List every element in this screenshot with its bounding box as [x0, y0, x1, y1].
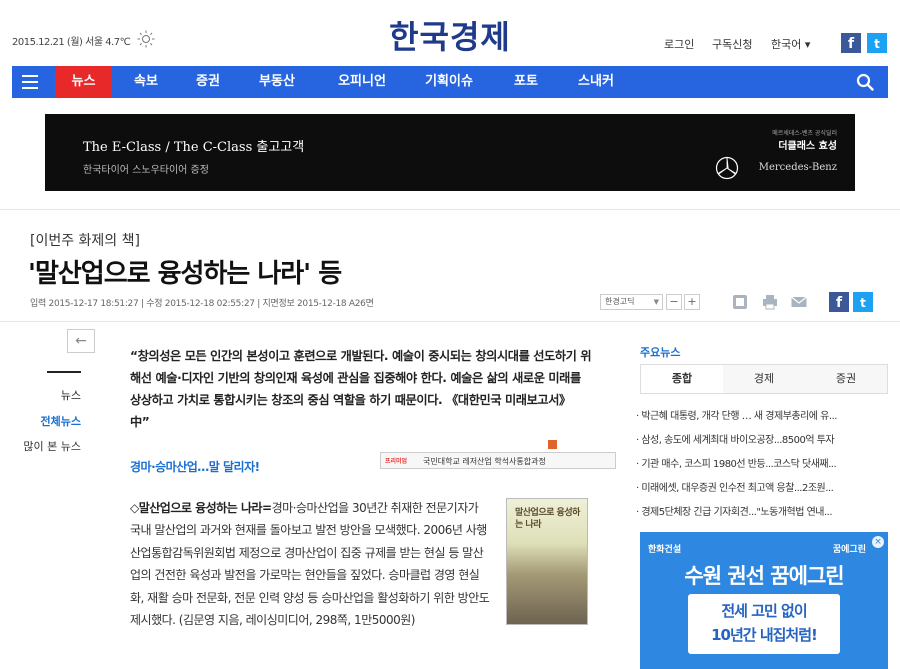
side-ad-headline: 수원 권선 꿈에그린	[684, 564, 844, 588]
banner-dealer-small: 메르세데스-벤츠 공식딜러	[772, 130, 837, 137]
login-link[interactable]: 로그인	[664, 36, 694, 52]
article-body: ◇말산업으로 융성하는 나라=경마·승마산업을 30년간 취재한 전문기자가 국…	[130, 497, 492, 631]
top-news-item[interactable]: · 삼성, 송도에 세계최대 바이오공장...8500억 투자	[636, 431, 886, 446]
top-news-item[interactable]: · 경제5단체장 긴급 기자회견..."노동개혁법 연내...	[636, 503, 886, 518]
left-nav-news[interactable]: 뉴스	[61, 387, 81, 403]
divider	[0, 209, 900, 210]
tab-general[interactable]: 종합	[641, 365, 723, 393]
font-size-up-button[interactable]: +	[684, 294, 700, 310]
top-news-item[interactable]: · 미래에셋, 대우증권 인수전 최고액 응찰...2조원...	[636, 479, 886, 494]
facebook-icon[interactable]: f	[841, 33, 861, 53]
nav-tab-stocks[interactable]: 증권	[184, 66, 232, 98]
font-size-down-button[interactable]: −	[666, 294, 682, 310]
left-nav-bar	[47, 371, 81, 373]
nav-tab-snacker[interactable]: 스내커	[564, 66, 628, 98]
banner-brand: Mercedes-Benz	[758, 162, 837, 173]
side-ad-line2: 10년간 내집처럼!	[711, 626, 818, 644]
banner-line1: The E-Class / The C-Class 출고고객	[83, 140, 305, 155]
top-news-tabs: 종합 경제 증권	[640, 364, 888, 394]
close-icon[interactable]: ×	[872, 536, 884, 548]
side-ad[interactable]: 한화건설 꿈에그린 × 수원 권선 꿈에그린 전세 고민 없이 10년간 내집처…	[640, 532, 888, 669]
article-headline: '말산업으로 융성하는 나라' 등	[28, 259, 342, 289]
top-bar: 2015.12.21 (월) 서울 4.7℃ 한국경제 로그인 구독신청 한국어…	[0, 0, 900, 66]
top-news-item[interactable]: · 기관 매수, 코스피 1980선 반등...코스닥 닷새째...	[636, 455, 886, 470]
article-facebook-icon[interactable]: f	[829, 292, 849, 312]
side-ad-line1: 전세 고민 없이	[721, 602, 807, 620]
article-body-text: 경마·승마산업을 30년간 취재한 전문기자가 국내 말산업의 과거와 현재를 …	[130, 501, 490, 628]
inline-ad-tag: 프리미엄	[385, 458, 408, 465]
search-icon[interactable]	[856, 73, 874, 91]
nav-tab-opinion[interactable]: 오피니언	[323, 66, 401, 98]
nav-tab-realestate[interactable]: 부동산	[246, 66, 308, 98]
nav-tab-photo[interactable]: 포토	[500, 66, 552, 98]
side-ad-box: 전세 고민 없이 10년간 내집처럼!	[688, 594, 840, 654]
left-nav-most-viewed[interactable]: 많이 본 뉴스	[23, 438, 81, 454]
hamburger-menu-icon[interactable]	[22, 75, 38, 89]
inline-ad-text: 국민대학교 레저산업 학석사통합과정	[423, 457, 546, 466]
inline-text-ad[interactable]: 프리미엄 국민대학교 레저산업 학석사통합과정	[380, 452, 616, 469]
article-twitter-icon[interactable]: t	[853, 292, 873, 312]
print-icon[interactable]	[761, 293, 779, 311]
top-news-title: 주요뉴스	[640, 346, 681, 359]
divider	[0, 321, 900, 322]
font-select-value: 한경고딕	[605, 297, 635, 306]
nav-tab-breaking[interactable]: 속보	[120, 66, 172, 98]
scrap-icon[interactable]	[731, 293, 749, 311]
article-quote: “창의성은 모든 인간의 본성이고 훈련으로 개발된다. 예술이 중시되는 창의…	[130, 349, 592, 429]
article-body-lead: ◇말산업으로 융성하는 나라=	[130, 501, 272, 515]
article-kicker: [이번주 화제의 책]	[30, 233, 140, 249]
banner-line2: 한국타이어 스노우타이어 증정	[83, 165, 209, 176]
language-select[interactable]: 한국어 ▾	[771, 36, 810, 52]
ad-banner[interactable]: The E-Class / The C-Class 출고고객 한국타이어 스노우…	[45, 114, 855, 191]
banner-dealer: 더클래스 효성	[778, 141, 837, 152]
nav-tab-news[interactable]: 뉴스	[55, 66, 112, 98]
book-cover-title: 말산업으로 융성하는 나라	[515, 508, 580, 530]
main-nav: 뉴스 속보 증권 부동산 오피니언 기획이슈 포토 스내커	[12, 66, 888, 98]
side-ad-brand2: 꿈에그린	[832, 545, 866, 555]
ad-choice-icon[interactable]	[548, 440, 557, 449]
tab-stocks[interactable]: 증권	[805, 365, 887, 393]
font-select[interactable]: 한경고딕 ▼	[600, 294, 663, 310]
chevron-down-icon: ▼	[653, 298, 659, 306]
tab-economy[interactable]: 경제	[723, 365, 805, 393]
mercedes-star-icon	[715, 156, 739, 180]
nav-tab-special[interactable]: 기획이슈	[410, 66, 488, 98]
article-sublink[interactable]: 경마·승마산업…말 달리자!	[130, 458, 260, 475]
twitter-icon[interactable]: t	[867, 33, 887, 53]
back-button[interactable]: ←	[67, 329, 95, 353]
site-logo[interactable]: 한국경제	[0, 12, 900, 58]
left-nav-all-news[interactable]: 전체뉴스	[41, 413, 81, 429]
email-icon[interactable]	[790, 293, 808, 311]
book-cover-image: 말산업으로 융성하는 나라	[506, 498, 588, 625]
article-meta: 입력 2015-12-17 18:51:27 | 수정 2015-12-18 0…	[30, 299, 374, 309]
top-news-item[interactable]: · 박근혜 대통령, 개각 단행 … 새 경제부총리에 유...	[636, 407, 886, 422]
subscribe-link[interactable]: 구독신청	[712, 36, 752, 52]
side-ad-brand: 한화건설	[648, 545, 682, 555]
